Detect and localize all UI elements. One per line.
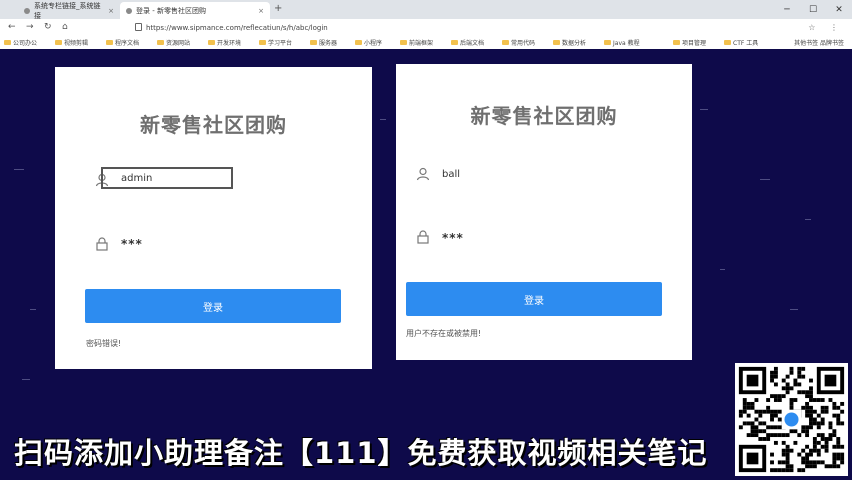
folder-icon — [310, 40, 317, 45]
browser-tab-2[interactable]: 登录 - 新零售社区团购 × — [120, 2, 270, 19]
error-message: 用户不存在或被禁用! — [406, 329, 482, 338]
bookmark-label: 前端框架 — [409, 40, 434, 47]
home-icon[interactable]: ⌂ — [62, 22, 68, 32]
password-input[interactable]: *** — [121, 237, 143, 251]
bookmark-item[interactable]: 程序文档 — [106, 38, 139, 47]
bookmark-label: 服务器 — [319, 40, 338, 47]
folder-icon — [724, 40, 731, 45]
login-card-left: 新零售社区团购 admin *** 登录 密码错误! — [55, 67, 372, 369]
bookmark-item[interactable]: 资源网站 — [157, 38, 190, 47]
address-bar-row: ← → ↻ ⌂ https://www.sipmance.com/refleca… — [0, 19, 852, 38]
bookmark-item[interactable]: 常用代码 — [502, 38, 535, 47]
tab-title: 登录 - 新零售社区团购 — [136, 6, 206, 15]
folder-icon — [553, 40, 560, 45]
folder-icon — [451, 40, 458, 45]
url-text: https://www.sipmance.com/reflecatiun/s/h… — [146, 24, 328, 32]
folder-icon — [208, 40, 215, 45]
folder-icon — [157, 40, 164, 45]
site-favicon-icon — [24, 7, 30, 14]
bookmark-label: 视频剪辑 — [64, 40, 89, 47]
brand-logo-text: 新零售社区团购 — [470, 104, 618, 128]
maximize-button[interactable]: ☐ — [800, 0, 826, 19]
bookmark-item[interactable]: 后端文档 — [451, 38, 484, 47]
bookmark-label: 项目管理 — [682, 40, 707, 47]
folder-icon — [259, 40, 266, 45]
tab-title: 系统专栏链接_系统链接 — [34, 1, 101, 20]
close-tab-icon[interactable]: × — [258, 7, 264, 15]
lock-icon — [417, 230, 429, 244]
folder-icon — [4, 40, 11, 45]
browser-tab-1[interactable]: 系统专栏链接_系统链接 × — [18, 1, 120, 20]
bookmark-label: 开发环境 — [217, 40, 242, 47]
error-message: 密码错误! — [86, 339, 122, 348]
folder-icon — [106, 40, 113, 45]
bookmark-item[interactable]: 服务器 — [310, 38, 337, 47]
close-tab-icon[interactable]: × — [108, 7, 114, 15]
new-tab-button[interactable]: + — [274, 3, 282, 14]
toolbar-icons[interactable]: ☆ ⋮ — [808, 23, 844, 32]
bookmark-label: 资源网站 — [166, 40, 191, 47]
username-value: admin — [121, 173, 153, 184]
back-icon[interactable]: ← — [8, 22, 16, 32]
folder-icon — [604, 40, 611, 45]
brand-logo-text: 新零售社区团购 — [140, 113, 287, 137]
login-button[interactable]: 登录 — [406, 282, 662, 316]
bookmark-label: CTF 工具 — [733, 40, 759, 47]
bookmark-label: 数据分析 — [562, 40, 587, 47]
folder-icon — [355, 40, 362, 45]
site-favicon-icon — [126, 7, 132, 14]
folder-icon — [673, 40, 680, 45]
bookmark-label: 小程序 — [364, 40, 383, 47]
bookmark-item[interactable]: 项目管理 — [673, 38, 706, 47]
bookmark-item[interactable]: 前端框架 — [400, 38, 433, 47]
username-input[interactable]: admin — [101, 167, 233, 189]
username-input[interactable]: ball — [442, 169, 460, 180]
close-window-button[interactable]: ✕ — [826, 0, 852, 19]
lock-icon — [135, 23, 142, 31]
qr-code — [735, 363, 848, 476]
other-bookmarks[interactable]: 其他书签 品牌书签 — [794, 38, 844, 47]
password-input[interactable]: *** — [442, 231, 464, 245]
bookmark-label: 后端文档 — [460, 40, 485, 47]
url-field[interactable]: https://www.sipmance.com/reflecatiun/s/h… — [135, 23, 615, 34]
video-caption: 扫码添加小助理备注【111】免费获取视频相关笔记 — [14, 436, 708, 470]
folder-icon — [55, 40, 62, 45]
tab-bar: 系统专栏链接_系统链接 × 登录 - 新零售社区团购 × + ─ ☐ ✕ — [0, 0, 852, 20]
bookmark-item[interactable]: 视频剪辑 — [55, 38, 88, 47]
bookmark-label: 公司办公 — [13, 40, 38, 47]
reload-icon[interactable]: ↻ — [44, 22, 52, 32]
bookmark-item[interactable]: CTF 工具 — [724, 38, 758, 47]
bookmark-item[interactable]: 小程序 — [355, 38, 382, 47]
bookmark-label: 常用代码 — [511, 40, 536, 47]
bookmark-item[interactable]: 学习平台 — [259, 38, 292, 47]
user-icon — [416, 167, 430, 181]
lock-icon — [96, 237, 108, 251]
bookmark-item[interactable]: 公司办公 — [4, 38, 37, 47]
bookmark-item[interactable]: 数据分析 — [553, 38, 586, 47]
bookmark-label: Java 教程 — [613, 40, 640, 47]
bookmark-item[interactable]: Java 教程 — [604, 38, 640, 47]
bookmark-label: 学习平台 — [268, 40, 293, 47]
folder-icon — [502, 40, 509, 45]
folder-icon — [400, 40, 407, 45]
bookmark-label: 程序文档 — [115, 40, 140, 47]
minimize-button[interactable]: ─ — [774, 0, 800, 19]
login-page: 新零售社区团购 admin *** 登录 密码错误! 新零售社区团购 ball … — [0, 49, 852, 480]
window-controls: ─ ☐ ✕ — [774, 0, 852, 19]
login-card-right: 新零售社区团购 ball *** 登录 用户不存在或被禁用! — [396, 64, 692, 360]
bookmark-item[interactable]: 开发环境 — [208, 38, 241, 47]
forward-icon[interactable]: → — [26, 22, 34, 32]
login-button[interactable]: 登录 — [85, 289, 341, 323]
